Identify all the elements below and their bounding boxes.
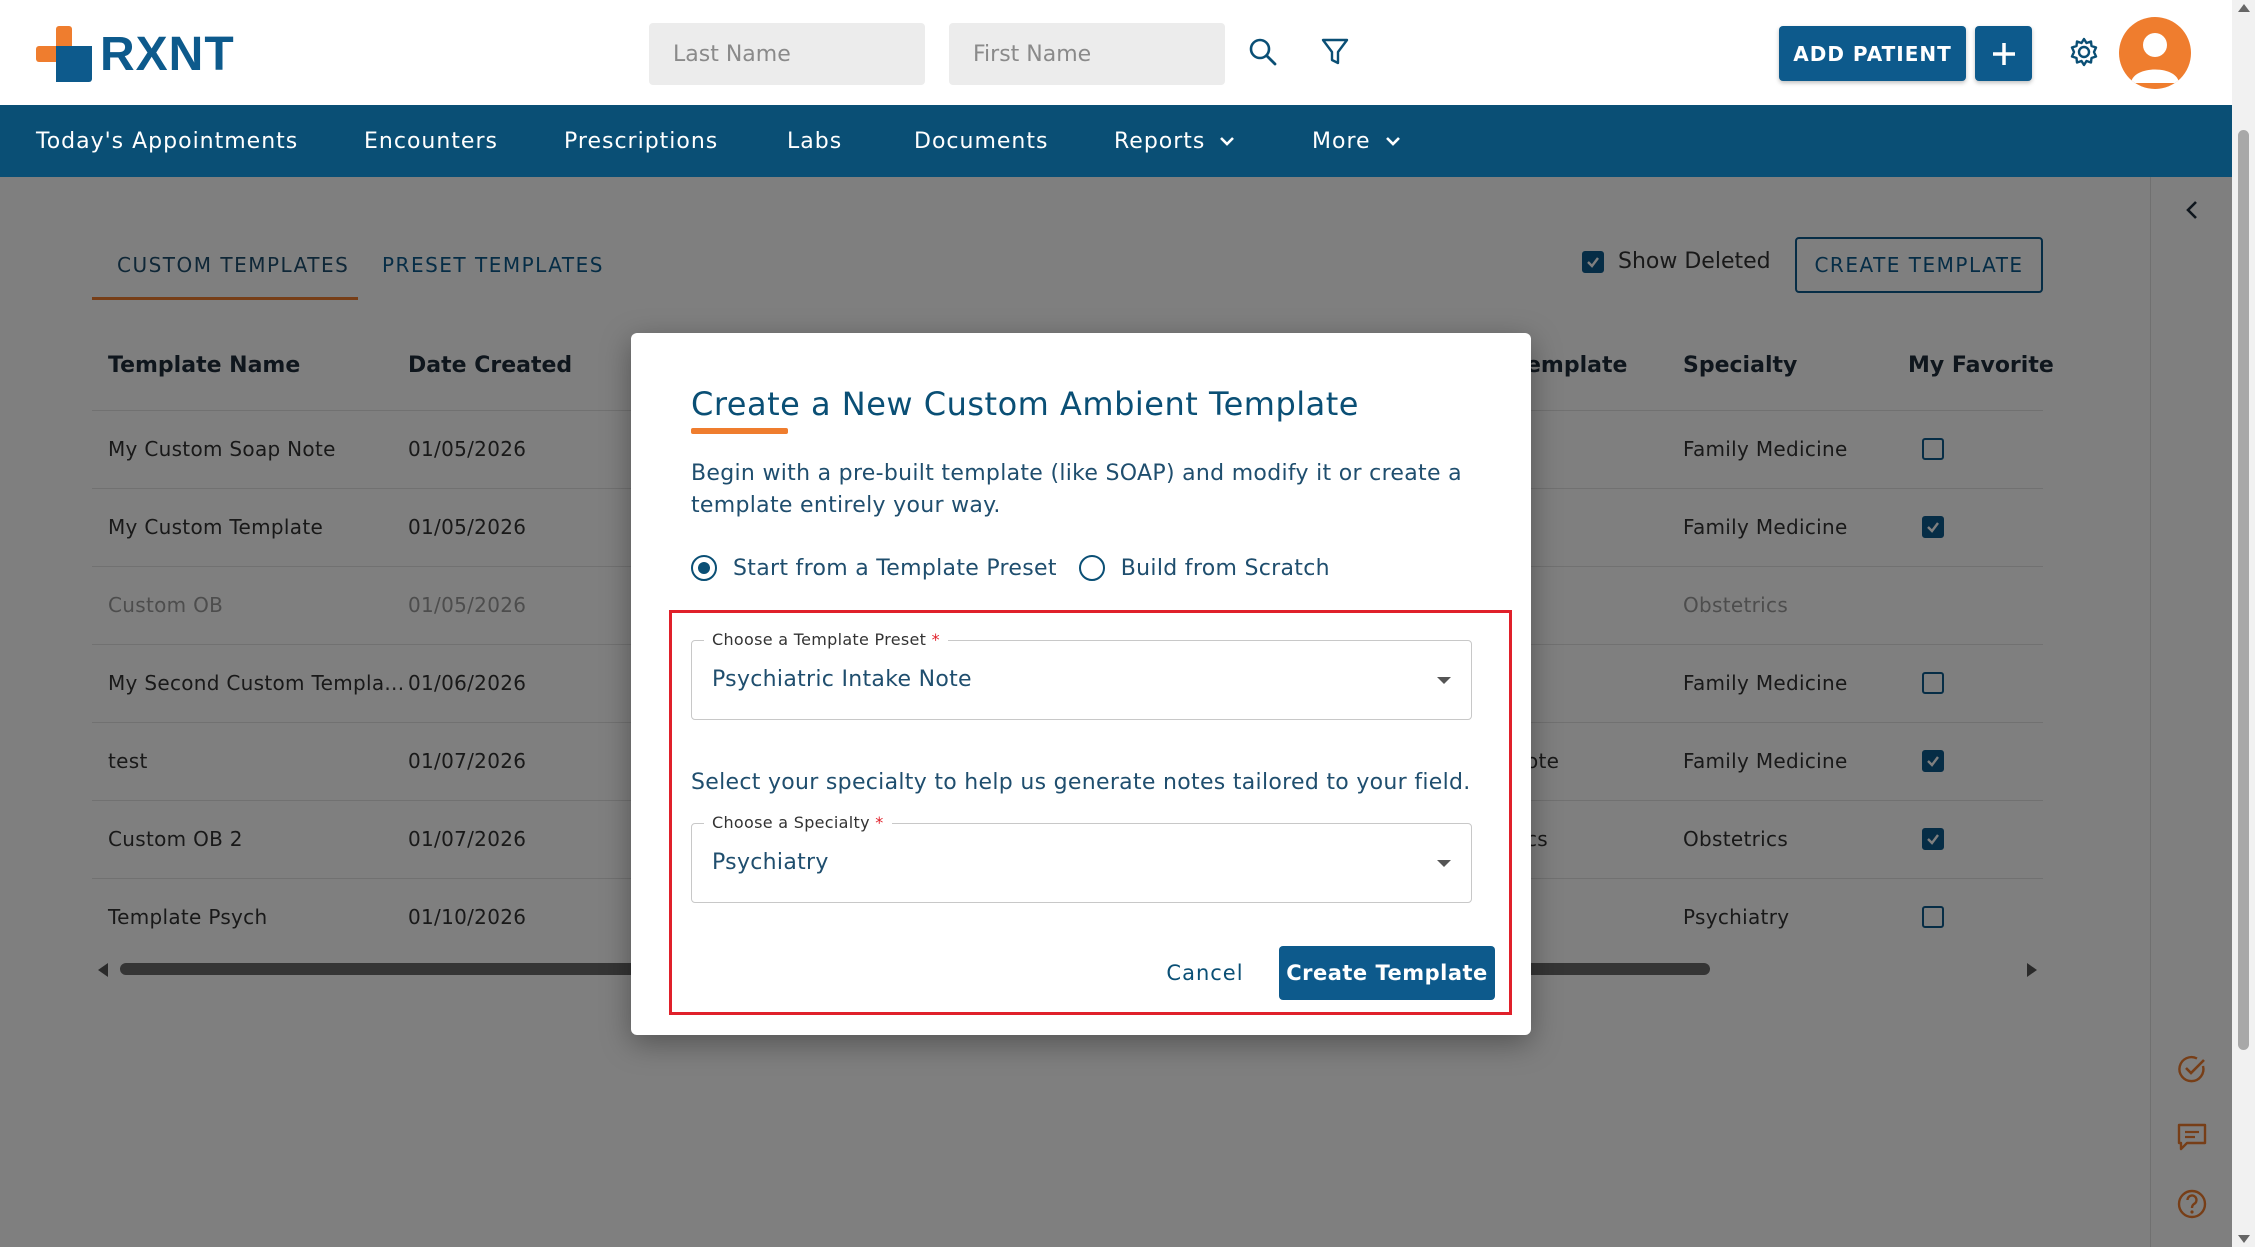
main-nav: Today's Appointments Encounters Prescrip… [0,105,2232,177]
nav-label: Today's Appointments [36,128,299,154]
cancel-label: Cancel [1166,961,1244,985]
specialty-value: Psychiatry [712,850,829,875]
template-source-radio-group: Start from a Template Preset Build from … [691,555,1330,581]
dialog-title: Create a New Custom Ambient Template [691,385,1359,423]
specialty-label: Choose a Specialty * [704,813,892,832]
last-name-placeholder: Last Name [673,41,791,67]
radio-template-preset-label[interactable]: Start from a Template Preset [733,556,1057,581]
last-name-input[interactable]: Last Name [649,23,925,85]
filter-icon[interactable] [1315,32,1355,72]
scroll-down-arrow-icon[interactable] [2238,1235,2250,1243]
nav-documents[interactable]: Documents [914,105,1048,177]
specialty-help-text: Select your specialty to help us generat… [691,770,1471,795]
create-template-submit-label: Create Template [1286,961,1488,985]
first-name-placeholder: First Name [973,41,1092,67]
add-patient-button[interactable]: ADD PATIENT [1779,26,1966,81]
first-name-input[interactable]: First Name [949,23,1225,85]
rxnt-logo[interactable]: RXNT [36,26,235,82]
template-preset-select[interactable]: Choose a Template Preset * Psychiatric I… [691,630,1472,720]
nav-label: Encounters [364,128,498,154]
specialty-select[interactable]: Choose a Specialty * Psychiatry [691,813,1472,903]
user-avatar[interactable] [2119,17,2191,89]
logo-text: RXNT [100,27,235,81]
chevron-down-icon [1385,136,1401,146]
title-accent-bar [691,428,788,434]
nav-label: More [1312,128,1371,154]
nav-label: Documents [914,128,1049,154]
avatar-person-icon [2131,33,2179,83]
nav-label: Reports [1114,128,1206,154]
nav-encounters[interactable]: Encounters [364,105,498,177]
dropdown-caret-icon [1437,677,1451,684]
dropdown-caret-icon [1437,860,1451,867]
nav-prescriptions[interactable]: Prescriptions [564,105,718,177]
add-patient-label: ADD PATIENT [1793,41,1952,66]
template-preset-label: Choose a Template Preset * [704,630,948,649]
create-template-dialog: Create a New Custom Ambient Template Beg… [631,333,1531,1035]
app-header: RXNT Last Name First Name ADD PATIENT [0,0,2232,105]
cancel-button[interactable]: Cancel [1133,947,1277,999]
template-preset-value: Psychiatric Intake Note [712,667,972,692]
logo-cross-icon [36,26,92,82]
radio-template-preset[interactable] [691,555,717,581]
nav-label: Prescriptions [564,128,719,154]
radio-build-from-scratch[interactable] [1078,555,1105,581]
nav-labs[interactable]: Labs [787,105,842,177]
dialog-description: Begin with a pre-built template (like SO… [691,461,1462,518]
plus-icon [1992,42,2015,65]
search-icon[interactable] [1243,32,1283,72]
page-vertical-scrollbar[interactable] [2232,0,2255,1247]
chevron-down-icon [1219,136,1235,146]
nav-reports[interactable]: Reports [1114,105,1235,177]
nav-more[interactable]: More [1312,105,1401,177]
scroll-up-arrow-icon[interactable] [2238,4,2250,12]
nav-todays-appointments[interactable]: Today's Appointments [36,105,298,177]
gear-icon[interactable] [2064,32,2104,72]
radio-build-from-scratch-label[interactable]: Build from Scratch [1121,556,1330,581]
create-template-submit-button[interactable]: Create Template [1279,946,1495,1000]
quick-add-button[interactable] [1975,26,2032,81]
nav-label: Labs [787,128,843,154]
page-scrollbar-thumb[interactable] [2238,130,2249,1050]
